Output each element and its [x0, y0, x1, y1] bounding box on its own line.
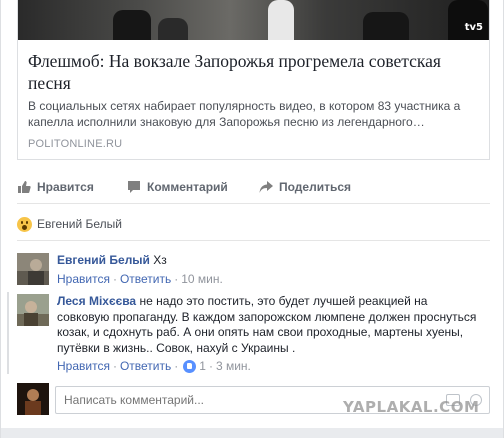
separator: · [208, 359, 213, 373]
like-count-icon [183, 360, 197, 374]
comment-like-link[interactable]: Нравится [57, 272, 110, 288]
comment-label: Комментарий [147, 180, 228, 194]
comment-button[interactable]: Комментарий [127, 180, 228, 194]
avatar-image [17, 294, 49, 326]
like-button[interactable]: Нравится [17, 180, 94, 194]
share-button[interactable]: Поделиться [259, 180, 351, 194]
comment-author[interactable]: Евгений Белый [57, 253, 150, 267]
preview-description: В социальных сетях набирает популярность… [28, 99, 461, 129]
reactor-names[interactable]: Евгений Белый [37, 217, 122, 231]
avatar-image [17, 253, 49, 285]
comment-time[interactable]: 10 мин. [181, 272, 223, 288]
comment-like-link[interactable]: Нравится [57, 359, 110, 375]
comment-reply-link[interactable]: Ответить [120, 272, 171, 288]
avatar [17, 383, 49, 415]
share-label: Поделиться [279, 180, 352, 194]
comment-author[interactable]: Леся Міхєєва [57, 294, 136, 308]
separator: · [174, 271, 179, 286]
comment-body: Леся Міхєєва не надо это постить, это бу… [57, 294, 482, 375]
preview-source: POLITONLINE.RU [28, 138, 123, 150]
separator: · [112, 359, 117, 373]
comment-body: Евгений Белый Хз Нравится · Ответить · 1… [57, 253, 482, 287]
comment-icon [128, 181, 140, 193]
thumbs-up-icon [18, 181, 31, 193]
post-actions: Нравится Комментарий Поделиться [17, 172, 490, 204]
avatar-image [17, 383, 49, 415]
separator: · [112, 271, 117, 286]
tv5-logo: tv5 [464, 22, 483, 33]
link-preview[interactable]: tv5 Флешмоб: На вокзале Запорожья прогре… [17, 0, 490, 160]
avatar[interactable] [17, 253, 49, 285]
divider [17, 240, 490, 241]
comment-meta: Нравится · Ответить · 1 · 3 мин. [57, 359, 482, 375]
like-label: Нравится [37, 180, 94, 194]
preview-figure [363, 12, 409, 40]
comment-reply-link[interactable]: Ответить [120, 359, 171, 375]
comment-time[interactable]: 3 мин. [216, 359, 251, 375]
preview-image[interactable]: tv5 [18, 0, 489, 40]
preview-figure [448, 0, 488, 40]
preview-figure [158, 18, 188, 40]
avatar[interactable] [17, 294, 49, 326]
comment-meta: Нравится · Ответить · 10 мин. [57, 272, 482, 288]
card-bottom-gap [1, 428, 503, 438]
reactions-summary[interactable]: Евгений Белый [17, 214, 122, 234]
reply-thread-line [7, 292, 9, 374]
wow-reaction-icon [17, 216, 32, 232]
share-icon [259, 181, 273, 193]
comment-like-count[interactable]: 1 [199, 359, 206, 375]
preview-title[interactable]: Флешмоб: На вокзале Запорожья прогремела… [28, 50, 483, 94]
watermark: YAPLAKAL.COM [343, 398, 480, 416]
preview-figure [268, 0, 294, 40]
separator: · [174, 359, 179, 373]
post-card: tv5 Флешмоб: На вокзале Запорожья прогре… [0, 0, 504, 438]
comment-text: Хз [149, 253, 167, 267]
preview-figure [113, 10, 151, 40]
